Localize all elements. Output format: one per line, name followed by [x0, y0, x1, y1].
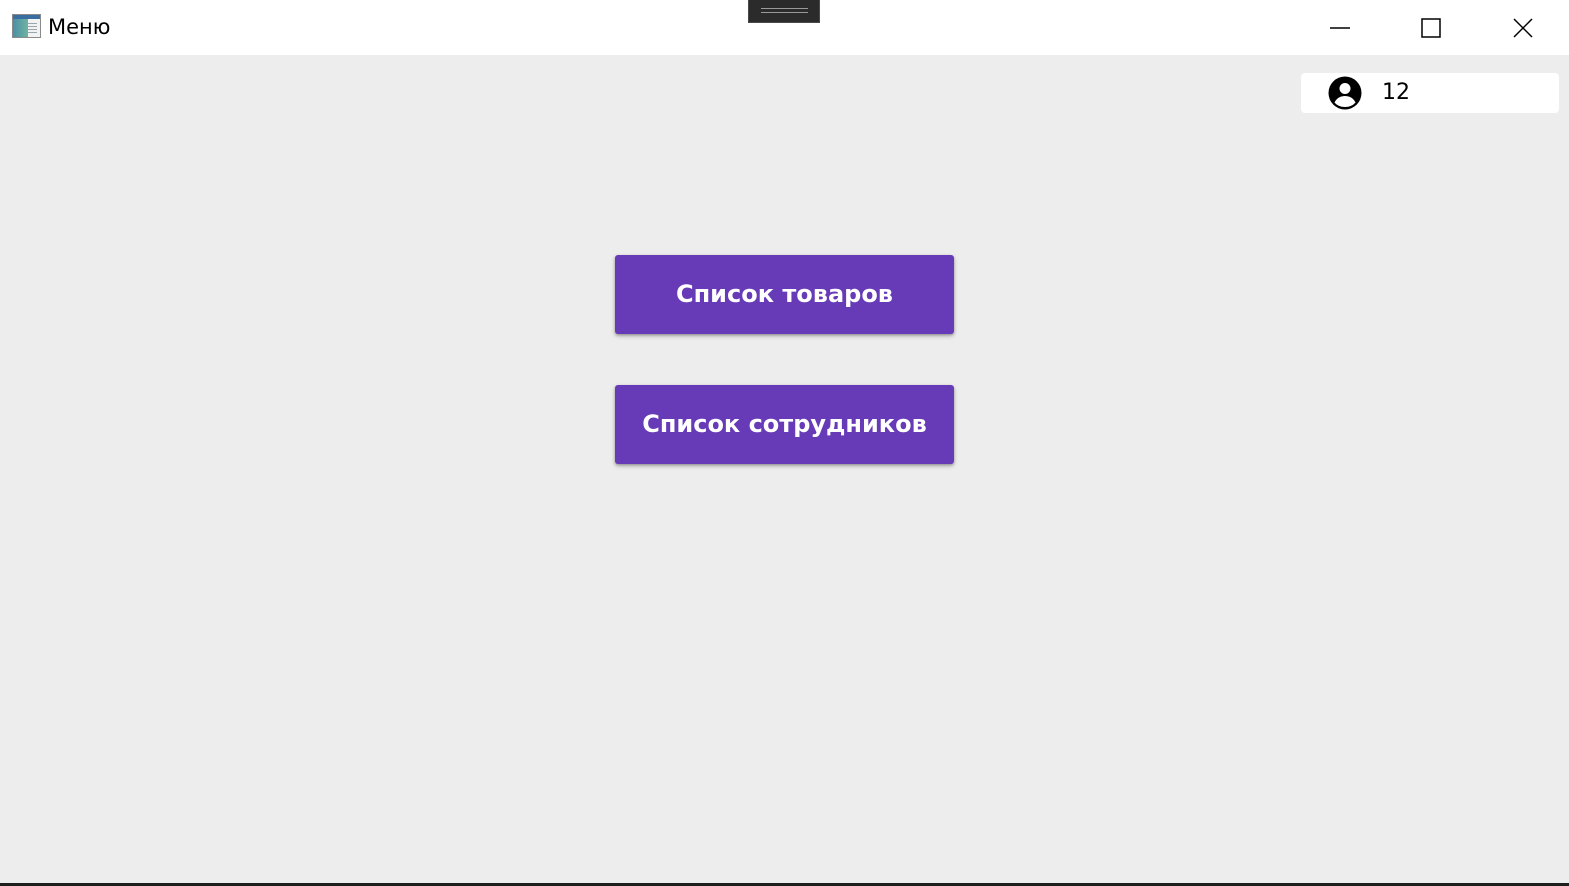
- drag-handle[interactable]: [748, 0, 820, 23]
- app-window: Меню 12 Список товаров Список сотруднико…: [0, 0, 1569, 886]
- products-list-button[interactable]: Список товаров: [615, 255, 954, 334]
- title-bar[interactable]: Меню: [0, 0, 1569, 55]
- close-button[interactable]: [1477, 0, 1569, 55]
- minimize-button[interactable]: [1294, 0, 1386, 55]
- user-badge[interactable]: 12: [1301, 73, 1559, 113]
- user-id-text: 12: [1382, 80, 1410, 105]
- account-circle-icon: [1328, 76, 1362, 110]
- maximize-button[interactable]: [1385, 0, 1477, 55]
- close-icon: [1513, 17, 1533, 38]
- minimize-icon: [1330, 26, 1350, 29]
- app-window-icon: [12, 14, 41, 38]
- maximize-icon: [1421, 17, 1441, 38]
- employees-list-button[interactable]: Список сотрудников: [615, 385, 954, 464]
- window-title: Меню: [48, 15, 111, 39]
